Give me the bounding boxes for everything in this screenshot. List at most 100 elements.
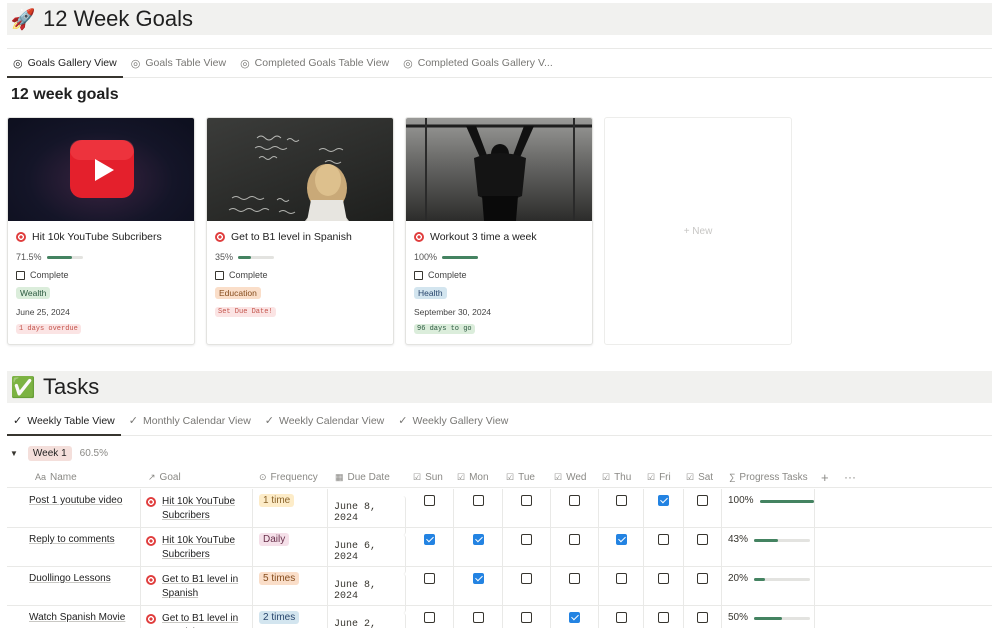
checkbox-icon[interactable] xyxy=(569,534,580,545)
day-checkbox-cell[interactable] xyxy=(503,567,551,606)
triangle-down-icon[interactable]: ▼ xyxy=(10,449,18,458)
goal-card[interactable]: Hit 10k YouTube Subcribers 71.5% Complet… xyxy=(7,117,195,345)
add-column-icon[interactable]: + xyxy=(821,466,829,488)
checkbox-icon[interactable] xyxy=(424,495,435,506)
day-checkbox-cell[interactable] xyxy=(684,606,722,628)
checkbox-icon[interactable] xyxy=(472,612,484,623)
checkbox-icon[interactable] xyxy=(424,573,435,584)
day-checkbox-cell[interactable] xyxy=(551,528,599,567)
day-checkbox-cell[interactable] xyxy=(454,606,503,628)
day-checkbox-cell[interactable] xyxy=(551,606,599,628)
column-frequency[interactable]: ⊙ Frequency xyxy=(259,466,318,488)
task-frequency[interactable]: Daily xyxy=(253,528,328,567)
day-checkbox-cell[interactable] xyxy=(599,606,644,628)
tab-completed-goals-table-view[interactable]: ◎ Completed Goals Table View xyxy=(234,49,395,77)
day-checkbox-cell[interactable] xyxy=(406,528,454,567)
checkbox-icon[interactable] xyxy=(615,612,627,623)
tab-goals-table-view[interactable]: ◎ Goals Table View xyxy=(125,49,232,77)
day-checkbox-cell[interactable] xyxy=(503,489,551,528)
table-row[interactable]: Reply to comments Hit 10k YouTube Subcrib… xyxy=(7,528,992,574)
day-checkbox-cell[interactable] xyxy=(684,489,722,528)
checkbox-icon[interactable] xyxy=(697,534,708,545)
column-due-date[interactable]: ▦ Due Date xyxy=(335,466,390,488)
day-checkbox-cell[interactable] xyxy=(644,528,684,567)
complete-checkbox[interactable]: Complete xyxy=(414,270,584,280)
column-mon[interactable]: ☑ Mon xyxy=(457,466,489,488)
day-checkbox-cell[interactable] xyxy=(454,528,503,567)
checkbox-icon[interactable] xyxy=(658,612,669,623)
checkbox-icon[interactable] xyxy=(697,573,708,584)
tab-weekly-gallery-view[interactable]: ✓ Weekly Gallery View xyxy=(392,406,514,435)
column-fri[interactable]: ☑ Fri xyxy=(647,466,671,488)
day-checkbox-cell[interactable] xyxy=(599,489,644,528)
task-name[interactable]: Duollingo Lessons xyxy=(7,567,141,606)
checkbox-icon[interactable] xyxy=(521,495,532,506)
goal-card[interactable]: Workout 3 time a week 100% Complete Heal… xyxy=(405,117,593,345)
checked-checkbox-icon[interactable] xyxy=(658,495,669,506)
checked-checkbox-icon[interactable] xyxy=(472,534,484,545)
checkbox-icon[interactable] xyxy=(697,495,708,506)
checkbox-icon[interactable] xyxy=(521,612,532,623)
checkbox-icon[interactable] xyxy=(521,534,532,545)
task-goal-link[interactable]: Get to B1 level in Spanish xyxy=(141,606,253,628)
table-row[interactable]: Post 1 youtube video Hit 10k YouTube Subc… xyxy=(7,489,992,535)
day-checkbox-cell[interactable] xyxy=(684,528,722,567)
day-checkbox-cell[interactable] xyxy=(454,489,503,528)
tab-completed-goals-gallery-view[interactable]: ◎ Completed Goals Gallery V... xyxy=(397,49,559,77)
day-checkbox-cell[interactable] xyxy=(644,606,684,628)
task-frequency[interactable]: 1 time xyxy=(253,489,328,528)
more-options-icon[interactable]: ··· xyxy=(844,466,856,488)
checked-checkbox-icon[interactable] xyxy=(424,534,435,545)
task-frequency[interactable]: 2 times xyxy=(253,606,328,628)
checked-checkbox-icon[interactable] xyxy=(569,612,580,623)
day-checkbox-cell[interactable] xyxy=(599,528,644,567)
day-checkbox-cell[interactable] xyxy=(684,567,722,606)
complete-checkbox[interactable]: Complete xyxy=(215,270,385,280)
checkbox-icon[interactable] xyxy=(424,612,435,623)
checkbox-icon[interactable] xyxy=(615,573,627,584)
day-checkbox-cell[interactable] xyxy=(503,606,551,628)
task-name[interactable]: Watch Spanish Movie xyxy=(7,606,141,628)
checkbox-icon[interactable] xyxy=(569,495,580,506)
task-name[interactable]: Reply to comments xyxy=(7,528,141,567)
column-sat[interactable]: ☑ Sat xyxy=(686,466,713,488)
task-name[interactable]: Post 1 youtube video xyxy=(7,489,141,528)
column-sun[interactable]: ☑ Sun xyxy=(413,466,443,488)
checkbox-icon[interactable] xyxy=(658,534,669,545)
task-goal-link[interactable]: Hit 10k YouTube Subcribers xyxy=(141,489,253,528)
goal-card[interactable]: Get to B1 level in Spanish 35% Complete … xyxy=(206,117,394,345)
checked-checkbox-icon[interactable] xyxy=(472,573,484,584)
column-name[interactable]: Aa Name xyxy=(35,466,77,488)
day-checkbox-cell[interactable] xyxy=(406,489,454,528)
tab-goals-gallery-view[interactable]: ◎ Goals Gallery View xyxy=(7,49,123,78)
day-checkbox-cell[interactable] xyxy=(644,567,684,606)
group-week-1[interactable]: ▼ Week 1 60.5% xyxy=(10,446,108,461)
checkbox-icon[interactable] xyxy=(615,495,627,506)
tab-weekly-calendar-view[interactable]: ✓ Weekly Calendar View xyxy=(259,406,390,435)
checkbox-icon[interactable] xyxy=(658,573,669,584)
day-checkbox-cell[interactable] xyxy=(599,567,644,606)
column-tue[interactable]: ☑ Tue xyxy=(506,466,535,488)
checkbox-icon[interactable] xyxy=(521,573,532,584)
task-goal-link[interactable]: Get to B1 level in Spanish xyxy=(141,567,253,606)
column-progress-tasks[interactable]: ∑ Progress Tasks xyxy=(729,466,808,488)
day-checkbox-cell[interactable] xyxy=(406,606,454,628)
day-checkbox-cell[interactable] xyxy=(454,567,503,606)
column-wed[interactable]: ☑ Wed xyxy=(554,466,586,488)
day-checkbox-cell[interactable] xyxy=(551,567,599,606)
day-checkbox-cell[interactable] xyxy=(551,489,599,528)
checkbox-icon[interactable] xyxy=(697,612,708,623)
tab-weekly-table-view[interactable]: ✓ Weekly Table View xyxy=(7,406,121,436)
day-checkbox-cell[interactable] xyxy=(644,489,684,528)
checked-checkbox-icon[interactable] xyxy=(615,534,627,545)
column-thu[interactable]: ☑ Thu xyxy=(602,466,631,488)
checkbox-icon[interactable] xyxy=(472,495,484,506)
task-due-date[interactable]: June 2, 2024 xyxy=(328,613,406,628)
complete-checkbox[interactable]: Complete xyxy=(16,270,186,280)
day-checkbox-cell[interactable] xyxy=(406,567,454,606)
checkbox-icon[interactable] xyxy=(569,573,580,584)
new-card-button[interactable]: + New xyxy=(604,117,792,345)
column-goal[interactable]: ↗ Goal xyxy=(148,466,181,488)
task-frequency[interactable]: 5 times xyxy=(253,567,328,606)
tab-monthly-calendar-view[interactable]: ✓ Monthly Calendar View xyxy=(123,406,257,435)
